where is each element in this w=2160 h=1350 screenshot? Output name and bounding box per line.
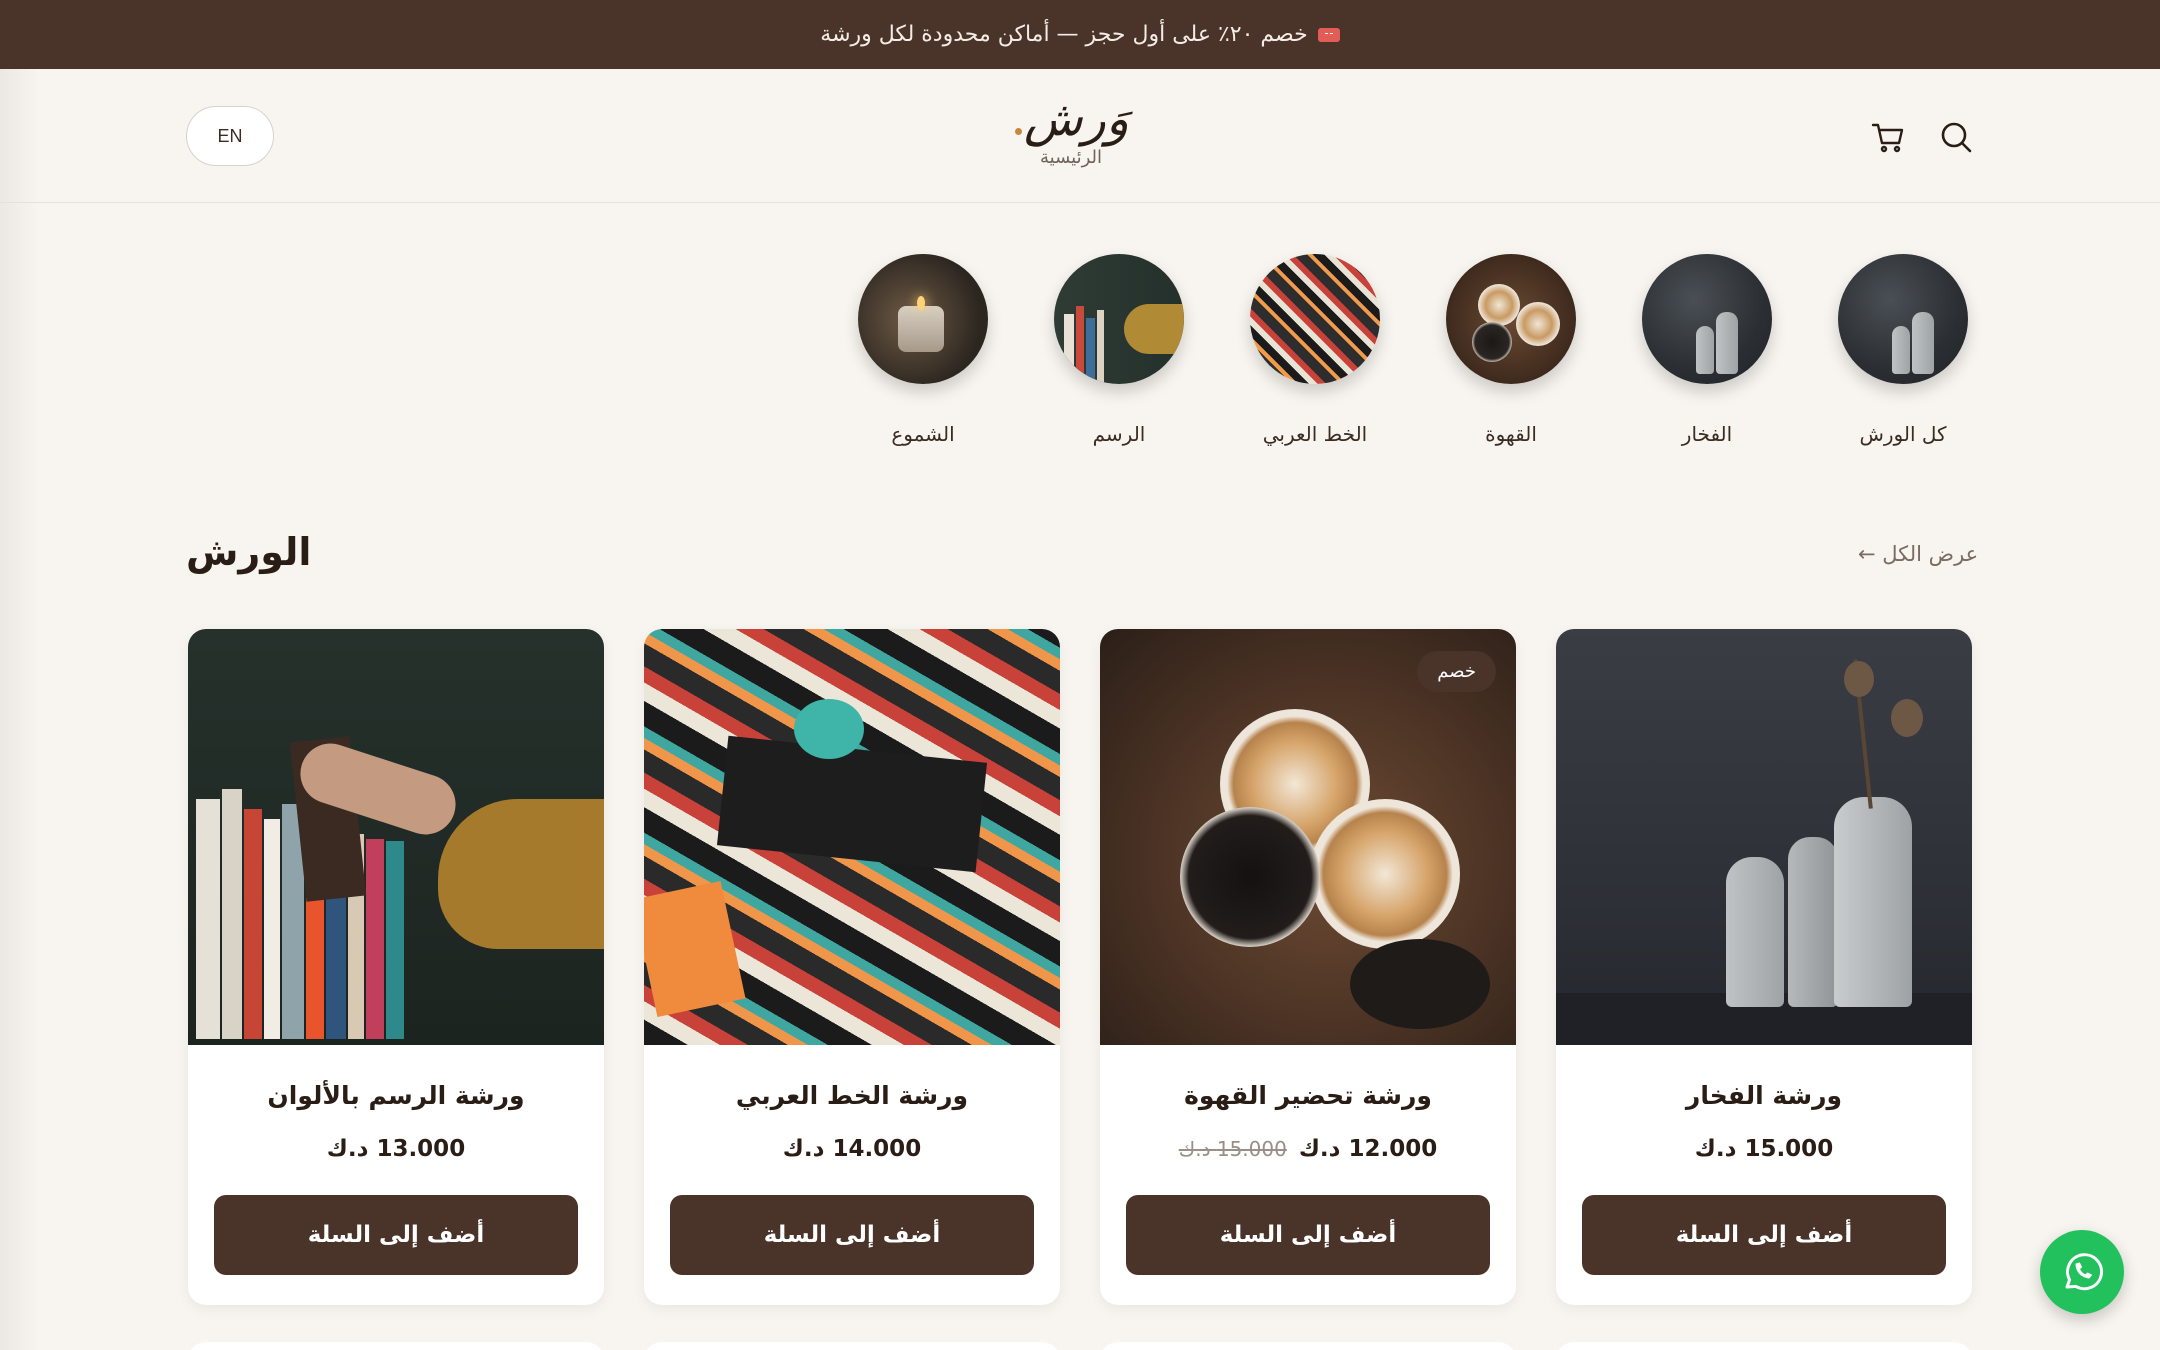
product-card-peek bbox=[1556, 1342, 1972, 1350]
product-image bbox=[1556, 629, 1972, 1045]
product-card[interactable]: ورشة الرسم بالألوان 13.000 د.ك أضف إلى ا… bbox=[188, 629, 604, 1305]
category-coffee[interactable]: القهوة bbox=[1446, 254, 1576, 446]
add-to-cart-button[interactable]: أضف إلى السلة bbox=[670, 1195, 1034, 1275]
product-title: ورشة الفخار bbox=[1685, 1081, 1843, 1110]
product-image bbox=[188, 629, 604, 1045]
ticket-icon bbox=[1317, 27, 1340, 42]
product-title: ورشة الرسم بالألوان bbox=[267, 1081, 525, 1110]
announcement-text: خصم ٢٠٪ على أول حجز — أماكن محدودة لكل و… bbox=[820, 22, 1308, 47]
page-edge-shadow bbox=[0, 69, 40, 1350]
site-header: EN وَرش الرئيسية bbox=[0, 69, 2160, 203]
whatsapp-button[interactable] bbox=[2040, 1230, 2124, 1314]
logo-subtitle: الرئيسية bbox=[1040, 147, 1102, 168]
add-to-cart-button[interactable]: أضف إلى السلة bbox=[1126, 1195, 1490, 1275]
category-label: الفخار bbox=[1681, 422, 1733, 446]
category-image bbox=[1250, 254, 1380, 384]
category-list: كل الورش الفخار القهوة الخط العربي الرسم bbox=[858, 254, 1968, 446]
view-all-link[interactable]: عرض الكل ← bbox=[1858, 542, 1978, 566]
sale-badge: خصم bbox=[1417, 651, 1496, 692]
product-image: خصم bbox=[1100, 629, 1516, 1045]
category-all[interactable]: كل الورش bbox=[1838, 254, 1968, 446]
category-image bbox=[1838, 254, 1968, 384]
announcement-bar: خصم ٢٠٪ على أول حجز — أماكن محدودة لكل و… bbox=[0, 0, 2160, 69]
category-image bbox=[1446, 254, 1576, 384]
product-price-row: 12.000 د.ك 15.000 د.ك bbox=[1100, 1136, 1516, 1162]
product-title: ورشة الخط العربي bbox=[735, 1081, 969, 1110]
section-title: الورش bbox=[186, 530, 312, 574]
category-pottery[interactable]: الفخار bbox=[1642, 254, 1772, 446]
category-painting[interactable]: الرسم bbox=[1054, 254, 1184, 446]
cart-icon[interactable] bbox=[1870, 119, 1906, 155]
category-label: الرسم bbox=[1092, 422, 1146, 446]
product-price: 14.000 د.ك bbox=[782, 1136, 922, 1162]
product-price: 15.000 د.ك bbox=[1694, 1136, 1834, 1162]
product-card-peek bbox=[644, 1342, 1060, 1350]
category-candles[interactable]: الشموع bbox=[858, 254, 988, 446]
logo-mark: وَرش bbox=[1013, 91, 1129, 147]
category-label: الخط العربي bbox=[1262, 422, 1368, 446]
product-card[interactable]: ورشة الفخار 15.000 د.ك أضف إلى السلة bbox=[1556, 629, 1972, 1305]
next-product-row-peek bbox=[188, 1342, 1972, 1350]
product-price-row: 15.000 د.ك bbox=[1556, 1136, 1972, 1162]
language-toggle-button[interactable]: EN bbox=[186, 106, 274, 166]
category-label: القهوة bbox=[1485, 422, 1537, 446]
logo-dot bbox=[1015, 128, 1023, 135]
category-label: الشموع bbox=[891, 422, 955, 446]
product-title: ورشة تحضير القهوة bbox=[1184, 1081, 1432, 1110]
product-card[interactable]: ورشة الخط العربي 14.000 د.ك أضف إلى السل… bbox=[644, 629, 1060, 1305]
product-price-row: 14.000 د.ك bbox=[644, 1136, 1060, 1162]
product-grid: ورشة الرسم بالألوان 13.000 د.ك أضف إلى ا… bbox=[188, 629, 1972, 1305]
product-price: 12.000 د.ك bbox=[1298, 1136, 1438, 1162]
whatsapp-icon bbox=[2065, 1253, 2103, 1291]
add-to-cart-button[interactable]: أضف إلى السلة bbox=[214, 1195, 578, 1275]
add-to-cart-button[interactable]: أضف إلى السلة bbox=[1582, 1195, 1946, 1275]
product-card[interactable]: خصم ورشة تحضير القهوة 12.000 د.ك 15.000 … bbox=[1100, 629, 1516, 1305]
product-image bbox=[644, 629, 1060, 1045]
product-price-row: 13.000 د.ك bbox=[188, 1136, 604, 1162]
product-card-peek bbox=[188, 1342, 604, 1350]
category-image bbox=[1054, 254, 1184, 384]
category-image bbox=[1642, 254, 1772, 384]
product-price: 13.000 د.ك bbox=[326, 1136, 466, 1162]
category-image bbox=[858, 254, 988, 384]
category-label: كل الورش bbox=[1859, 422, 1947, 446]
logo[interactable]: وَرش الرئيسية bbox=[960, 91, 1182, 168]
search-icon[interactable] bbox=[1938, 119, 1974, 155]
category-calligraphy[interactable]: الخط العربي bbox=[1250, 254, 1380, 446]
product-old-price: 15.000 د.ك bbox=[1178, 1137, 1287, 1161]
product-card-peek bbox=[1100, 1342, 1516, 1350]
logo-text: وَرش bbox=[1024, 91, 1129, 147]
